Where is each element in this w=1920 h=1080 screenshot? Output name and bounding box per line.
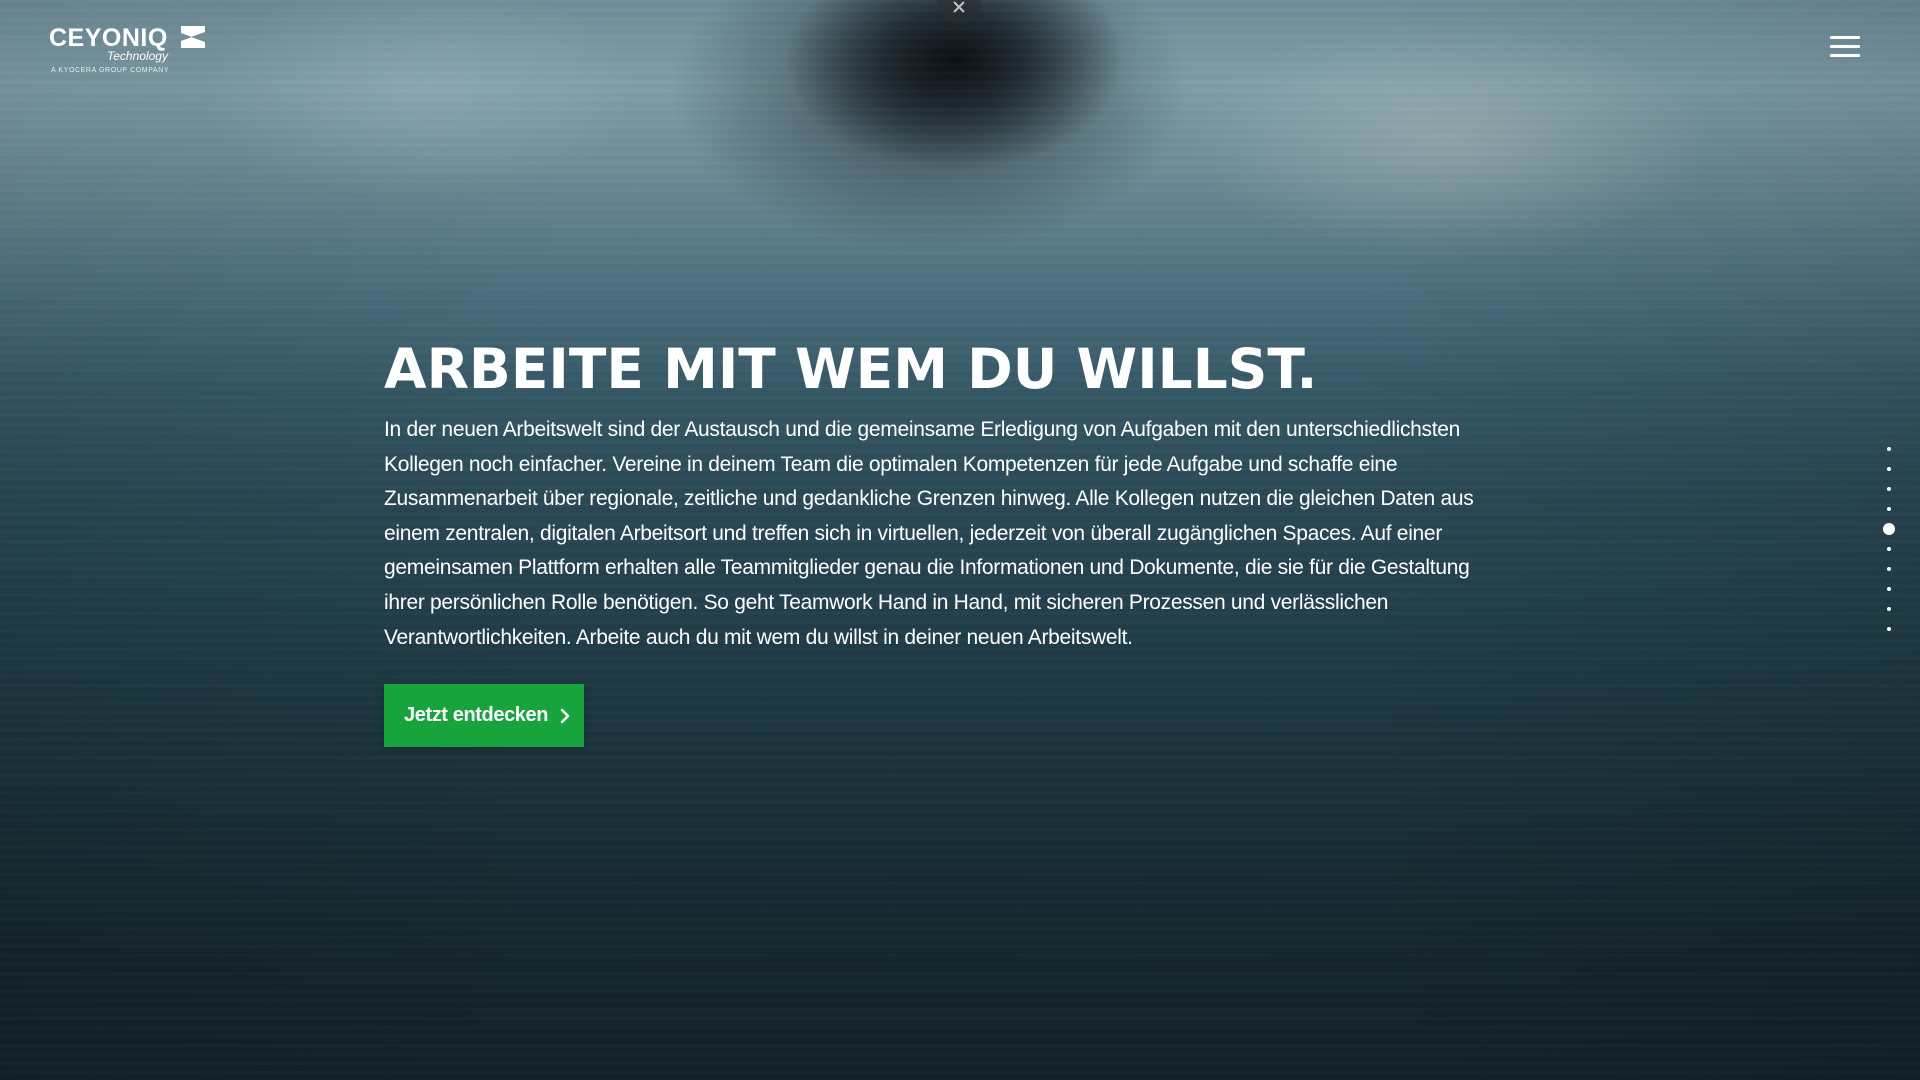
hamburger-menu-icon-bar: [1830, 36, 1860, 39]
chevron-right-icon: [560, 708, 570, 723]
close-button[interactable]: [937, 0, 981, 24]
logo-group-line: A KYOCERA GROUP COMPANY: [51, 67, 170, 74]
slide-dot[interactable]: [1887, 467, 1891, 471]
hero-section: CEYONIQ Technology A KYOCERA GROUP COMPA…: [0, 0, 1920, 1080]
menu-button[interactable]: [1828, 34, 1862, 60]
slide-dot[interactable]: [1887, 627, 1891, 631]
logo-subline: Technology: [107, 49, 168, 63]
logo-flag-icon: [181, 26, 205, 48]
logo-wordmark: CEYONIQ: [49, 24, 168, 52]
hero-description: In der neuen Arbeitswelt sind der Austau…: [384, 418, 1474, 649]
slide-dot-active[interactable]: [1883, 523, 1895, 535]
slide-navigation: [1878, 445, 1900, 637]
hero-content: ARBEITE MIT WEM DU WILLST. In der neuen …: [384, 333, 1514, 655]
discover-button[interactable]: Jetzt entdecken: [384, 684, 584, 747]
slide-dot[interactable]: [1887, 547, 1891, 551]
hero-title: ARBEITE MIT WEM DU WILLST.: [384, 337, 1318, 401]
slide-dot[interactable]: [1887, 567, 1891, 571]
slide-dot[interactable]: [1887, 447, 1891, 451]
close-icon: [953, 1, 965, 13]
slide-dot[interactable]: [1887, 507, 1891, 511]
discover-button-label: Jetzt entdecken: [404, 704, 549, 726]
slide-dot[interactable]: [1887, 607, 1891, 611]
slide-dot[interactable]: [1887, 487, 1891, 491]
brand-logo[interactable]: CEYONIQ Technology A KYOCERA GROUP COMPA…: [49, 24, 219, 80]
hamburger-menu-icon-bar: [1830, 54, 1860, 57]
hamburger-menu-icon-bar: [1830, 45, 1860, 48]
slide-dot[interactable]: [1887, 587, 1891, 591]
